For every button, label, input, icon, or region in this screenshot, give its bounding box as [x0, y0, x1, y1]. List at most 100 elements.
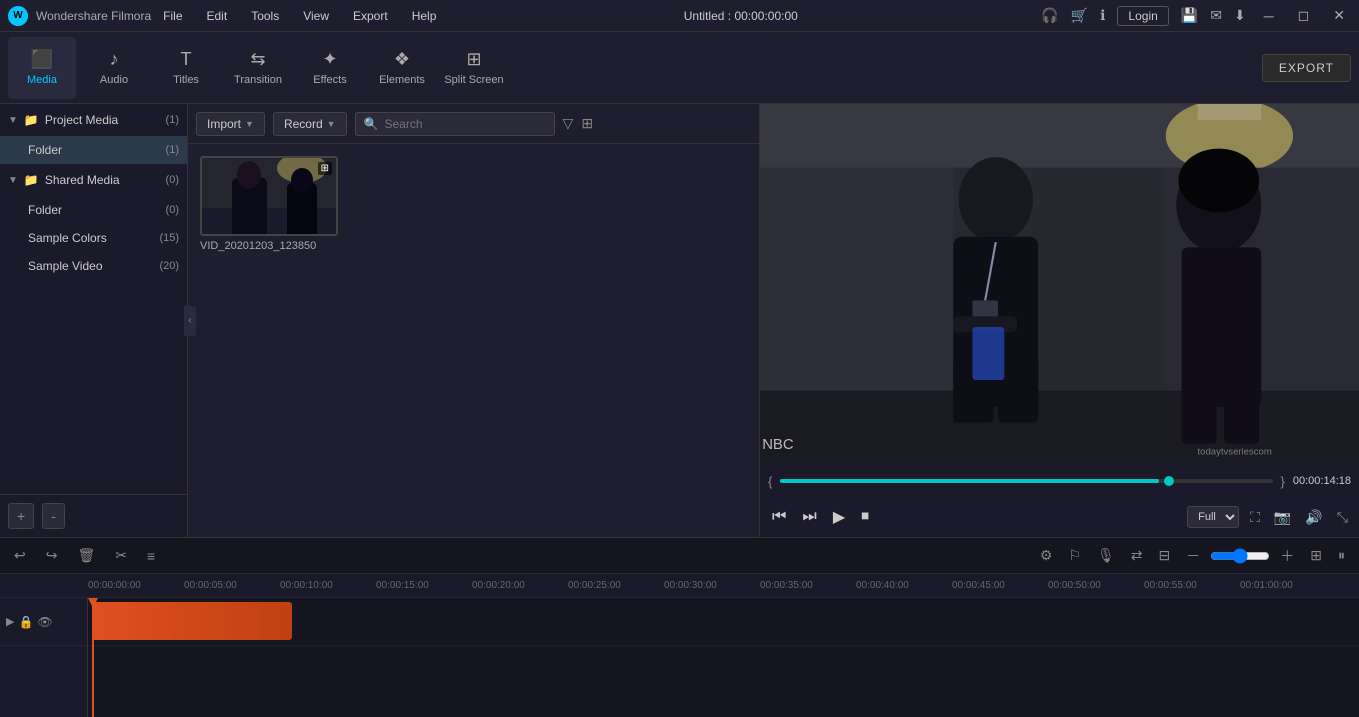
toolbar-elements[interactable]: ❖ Elements	[368, 37, 436, 99]
main-area: ▼ 📁 Project Media (1) Folder (1) ▼ 📁 Sha…	[0, 104, 1359, 537]
save-icon[interactable]: 💾	[1181, 7, 1198, 24]
step-back-button[interactable]: ⏮	[768, 504, 790, 530]
toolbar-media[interactable]: ⬛ Media	[8, 37, 76, 99]
menu-view[interactable]: View	[299, 7, 333, 25]
redo-button[interactable]: ↪	[40, 544, 64, 567]
project-media-section: ▼ 📁 Project Media (1) Folder (1)	[0, 104, 187, 164]
minimize-button[interactable]: ─	[1258, 8, 1280, 24]
close-button[interactable]: ✕	[1327, 7, 1351, 24]
import-button[interactable]: Import ▼	[196, 112, 265, 136]
project-media-count: (1)	[166, 114, 179, 126]
timeline-marker-icon[interactable]: ⚐	[1062, 544, 1087, 567]
video-frame: NBC todaytvseriescom	[760, 104, 1359, 465]
menu-help[interactable]: Help	[408, 7, 441, 25]
sidebar-item-folder[interactable]: Folder (1)	[0, 136, 187, 164]
timeline-caption-icon[interactable]: ⊟	[1153, 544, 1177, 567]
video-track-lane	[88, 598, 1359, 646]
download-icon[interactable]: ⬇	[1234, 7, 1246, 24]
toolbar-audio[interactable]: ♪ Audio	[80, 37, 148, 99]
progress-track[interactable]	[780, 479, 1272, 483]
timeline-pause-icon[interactable]: ⏸	[1332, 544, 1351, 567]
info-icon[interactable]: ℹ	[1100, 7, 1105, 24]
snapshot-button[interactable]: 📷	[1271, 506, 1294, 529]
timeline-content: ▶ 🔒 👁	[0, 598, 1359, 717]
time-marker-4: 00:00:20:00	[472, 580, 568, 591]
sidebar: ▼ 📁 Project Media (1) Folder (1) ▼ 📁 Sha…	[0, 104, 188, 537]
volume-button[interactable]: 🔊	[1302, 506, 1325, 529]
time-marker-10: 00:00:50:00	[1048, 580, 1144, 591]
media-toolbar: Import ▼ Record ▼ 🔍 ▽ ⊞	[188, 104, 759, 144]
play-button[interactable]: ▶	[829, 503, 849, 531]
lock-icon[interactable]: 🔒	[18, 615, 33, 629]
quality-select[interactable]: Full	[1187, 506, 1239, 528]
playback-left: ⏮ ⏭ ▶ ⏹	[768, 503, 873, 531]
toolbar-effects[interactable]: ✦ Effects	[296, 37, 364, 99]
progress-thumb[interactable]	[1164, 476, 1174, 486]
frame-back-button[interactable]: ⏭	[798, 504, 820, 530]
zoom-in-button[interactable]: ＋	[1274, 543, 1300, 569]
sidebar-item-sample-colors[interactable]: Sample Colors (15)	[0, 224, 187, 252]
shared-media-header[interactable]: ▼ 📁 Shared Media (0)	[0, 164, 187, 196]
timeline-settings-icon[interactable]: ⚙	[1034, 544, 1059, 567]
preview-progress: { } 00:00:14:18	[768, 465, 1351, 497]
maximize-button[interactable]: ◻	[1292, 7, 1316, 24]
menu-bar: File Edit Tools View Export Help	[159, 7, 440, 25]
shared-media-count: (0)	[166, 174, 179, 186]
zoom-slider[interactable]	[1210, 548, 1270, 564]
timeline-add-button[interactable]: ⊞	[1304, 544, 1328, 567]
stop-button[interactable]: ⏹	[857, 504, 873, 530]
media-icon: ⬛	[31, 49, 53, 70]
time-marker-8: 00:00:40:00	[856, 580, 952, 591]
menu-export[interactable]: Export	[349, 7, 392, 25]
effects-icon: ✦	[322, 49, 337, 70]
cart-icon[interactable]: 🛒	[1071, 7, 1088, 24]
timeline-voice-icon[interactable]: 🎙	[1091, 544, 1121, 567]
sidebar-collapse-button[interactable]: ‹	[184, 306, 196, 336]
cut-button[interactable]: ✂	[109, 544, 133, 567]
thumbnail-image: ⊞	[200, 156, 338, 236]
elements-icon: ❖	[394, 49, 410, 70]
project-media-header[interactable]: ▼ 📁 Project Media (1)	[0, 104, 187, 136]
preview-controls: { } 00:00:14:18 ⏮ ⏭ ▶ ⏹ Full	[760, 465, 1359, 537]
audio-settings-button[interactable]: ≡	[141, 545, 161, 567]
timeline-connect-icon[interactable]: ⇄	[1125, 544, 1149, 567]
settings-preview-button[interactable]: ⤡	[1334, 506, 1351, 529]
grid-view-icon[interactable]: ⊞	[581, 115, 593, 132]
clip-label	[92, 602, 292, 606]
video-clip[interactable]	[92, 602, 292, 640]
zoom-out-button[interactable]: －	[1180, 543, 1206, 569]
menu-edit[interactable]: Edit	[203, 7, 232, 25]
delete-button[interactable]: 🗑	[71, 544, 101, 567]
toolbar-transition[interactable]: ⇆ Transition	[224, 37, 292, 99]
out-point-bracket[interactable]: }	[1281, 474, 1285, 489]
total-time: 00:00:14:18	[1293, 475, 1351, 487]
record-button[interactable]: Record ▼	[273, 112, 347, 136]
undo-button[interactable]: ↩	[8, 544, 32, 567]
menu-file[interactable]: File	[159, 7, 186, 25]
project-media-label: Project Media	[45, 113, 118, 127]
project-title: Untitled : 00:00:00:00	[684, 9, 798, 23]
search-input[interactable]	[385, 117, 546, 131]
headset-icon[interactable]: 🎧	[1041, 7, 1058, 24]
toolbar-titles[interactable]: T Titles	[152, 37, 220, 99]
time-marker-1: 00:00:05:00	[184, 580, 280, 591]
playhead[interactable]	[92, 598, 94, 717]
shared-media-label: Shared Media	[45, 173, 120, 187]
timeline-area[interactable]	[88, 598, 1359, 717]
menu-tools[interactable]: Tools	[247, 7, 283, 25]
mail-icon[interactable]: ✉	[1210, 7, 1222, 24]
new-folder-button[interactable]: +	[8, 503, 34, 529]
fullscreen-preview-button[interactable]: ⛶	[1247, 506, 1263, 529]
remove-folder-button[interactable]: -	[42, 503, 65, 529]
toolbar-split-screen[interactable]: ⊞ Split Screen	[440, 37, 508, 99]
playback-right: Full ⛶ 📷 🔊 ⤡	[1187, 506, 1351, 529]
sidebar-item-sample-video[interactable]: Sample Video (20)	[0, 252, 187, 280]
login-button[interactable]: Login	[1117, 6, 1168, 26]
media-thumbnail[interactable]: ⊞ VID_20201203_123850	[200, 156, 340, 252]
filter-icon[interactable]: ▽	[563, 115, 574, 132]
eye-icon[interactable]: 👁	[37, 615, 52, 629]
in-point-bracket[interactable]: {	[768, 474, 772, 489]
export-button[interactable]: EXPORT	[1262, 54, 1351, 82]
sidebar-item-shared-folder[interactable]: Folder (0)	[0, 196, 187, 224]
search-box[interactable]: 🔍	[355, 112, 555, 136]
